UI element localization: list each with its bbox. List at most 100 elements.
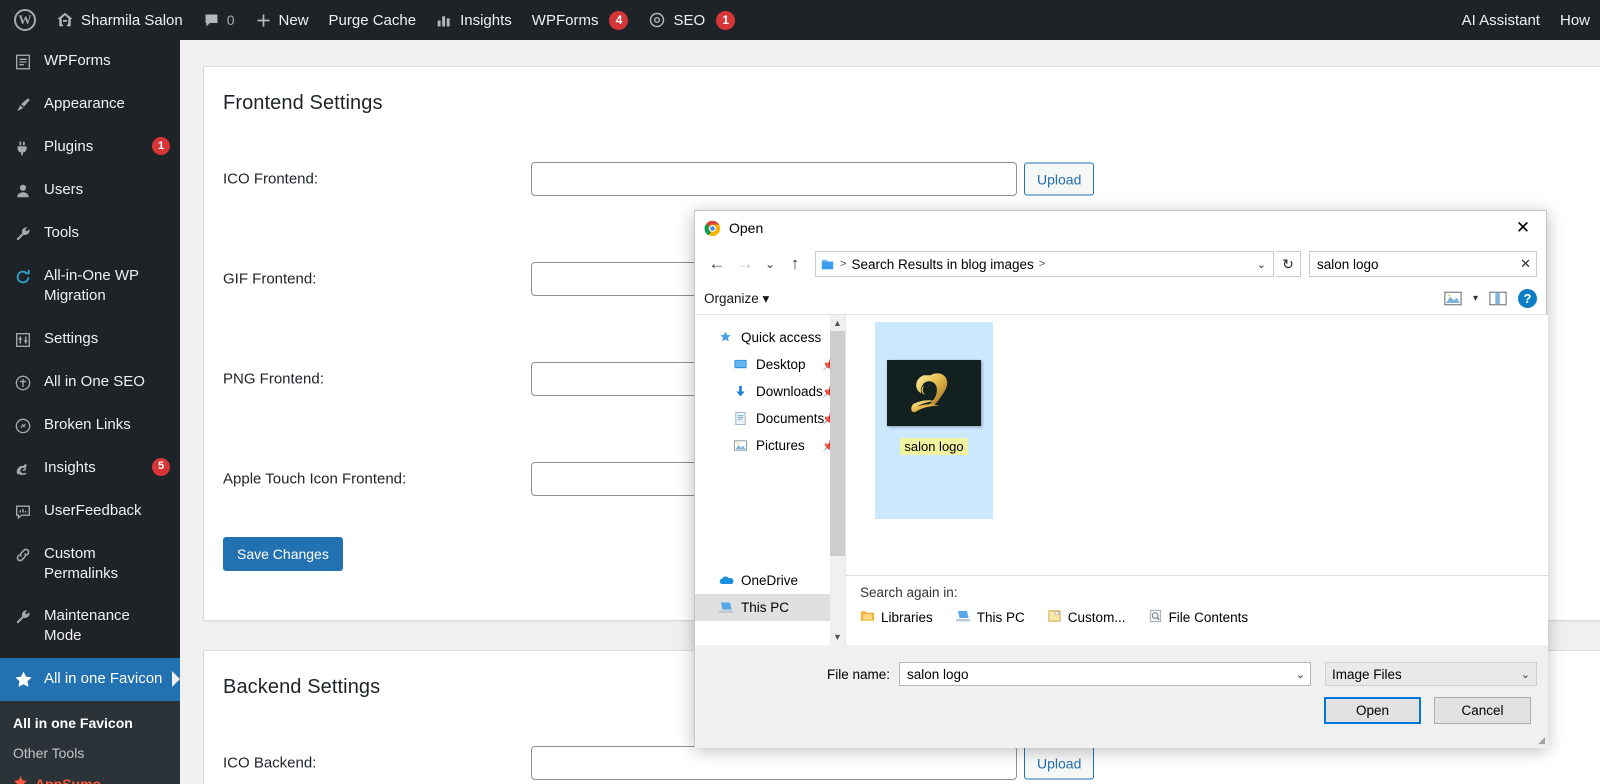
- save-changes-button[interactable]: Save Changes: [223, 537, 343, 571]
- sidebar-item-custom-permalinks[interactable]: Custom Permalinks: [0, 533, 180, 596]
- search-again-libraries[interactable]: Libraries: [860, 609, 933, 626]
- submenu-item-appsumo[interactable]: AppSumo: [0, 768, 180, 784]
- organize-button[interactable]: Organize ▾: [704, 291, 769, 307]
- sidebar-item-broken-links[interactable]: Broken Links: [0, 404, 180, 447]
- sidebar-item-all-in-one-seo[interactable]: All in One SEO: [0, 361, 180, 404]
- sidebar-item-userfeedback[interactable]: UserFeedback: [0, 490, 180, 533]
- scroll-up-icon[interactable]: ▲: [833, 315, 842, 331]
- chevron-down-icon[interactable]: ⌄: [1257, 258, 1269, 271]
- file-type-filter-select[interactable]: Image Files ⌄: [1325, 662, 1537, 686]
- breadcrumb-separator-end[interactable]: >: [1039, 258, 1045, 270]
- folder-icon: [820, 257, 835, 272]
- search-again-label: This PC: [976, 610, 1025, 625]
- arrow-left-icon[interactable]: ←: [704, 251, 730, 277]
- scrollbar-thumb[interactable]: [830, 331, 845, 556]
- ico-frontend-upload-button[interactable]: Upload: [1024, 162, 1095, 196]
- refresh-icon[interactable]: ↻: [1276, 251, 1301, 277]
- libraries-folder-icon: [860, 609, 875, 626]
- appsumo-label: AppSumo: [35, 776, 102, 784]
- file-name-input[interactable]: [905, 665, 1296, 683]
- chevron-down-icon[interactable]: ⌄: [760, 251, 780, 277]
- arrow-up-icon[interactable]: ↑: [782, 251, 808, 277]
- plugins-update-badge: 1: [152, 137, 170, 155]
- insights-count-badge: 5: [152, 457, 170, 476]
- sidebar-item-all-in-one-favicon[interactable]: All in one Favicon: [0, 657, 180, 701]
- nav-item-downloads[interactable]: Downloads 📌: [695, 378, 845, 405]
- close-icon[interactable]: ✕: [1516, 256, 1531, 272]
- wpforms-count-badge: 4: [609, 10, 629, 30]
- sidebar-label: Appearance: [44, 95, 125, 112]
- chevron-down-icon[interactable]: ▾: [1473, 293, 1478, 304]
- submenu-item-all-in-one-favicon[interactable]: All in one Favicon: [0, 708, 180, 738]
- nav-label: This PC: [741, 600, 790, 615]
- ico-frontend-input[interactable]: [531, 162, 1017, 196]
- comments-button[interactable]: 0: [193, 0, 245, 40]
- file-contents-icon: [1148, 609, 1163, 626]
- arrow-right-icon[interactable]: →: [732, 251, 758, 277]
- link-icon: [13, 545, 33, 565]
- preview-pane-icon[interactable]: [1489, 291, 1507, 306]
- home-icon: [56, 11, 74, 29]
- ico-backend-input[interactable]: [531, 746, 1017, 780]
- breadcrumb[interactable]: > Search Results in blog images > ⌄: [815, 251, 1274, 277]
- search-again-label: Custom...: [1067, 610, 1126, 625]
- ai-assistant-button[interactable]: AI Assistant: [1452, 0, 1550, 40]
- dialog-titlebar[interactable]: Open ✕: [695, 211, 1546, 245]
- file-item-salon-logo[interactable]: salon logo: [875, 322, 993, 519]
- nav-label: Desktop: [756, 357, 806, 372]
- sidebar-label: Users: [44, 181, 84, 198]
- nav-label: Quick access: [741, 330, 822, 345]
- sidebar-label: All-in-One WP Migration: [44, 267, 139, 305]
- submenu-item-other-tools[interactable]: Other Tools: [0, 738, 180, 768]
- help-icon[interactable]: ?: [1518, 289, 1537, 308]
- view-layout-icon[interactable]: [1444, 291, 1462, 306]
- search-box[interactable]: ✕: [1309, 251, 1537, 277]
- sidebar-item-settings[interactable]: Settings: [0, 318, 180, 361]
- ico-backend-upload-button[interactable]: Upload: [1024, 746, 1095, 780]
- wp-logo-button[interactable]: [4, 0, 46, 40]
- migration-icon: [13, 267, 33, 287]
- navpane-scrollbar[interactable]: ▲ ▼: [830, 315, 845, 645]
- chevron-down-icon[interactable]: ⌄: [1296, 668, 1305, 681]
- sidebar-item-insights[interactable]: Insights 5: [0, 447, 180, 490]
- nav-item-pictures[interactable]: Pictures 📌: [695, 432, 845, 459]
- sidebar-label: Tools: [44, 224, 80, 241]
- seo-count-badge: 1: [716, 10, 736, 30]
- nav-item-documents[interactable]: Documents 📌: [695, 405, 845, 432]
- frontend-settings-title: Frontend Settings: [223, 92, 383, 114]
- pictures-icon: [732, 438, 749, 454]
- sidebar-item-plugins[interactable]: Plugins 1: [0, 126, 180, 169]
- insights-button[interactable]: Insights: [426, 0, 522, 40]
- file-name-field-label: File name:: [826, 666, 890, 682]
- search-again-custom[interactable]: Custom...: [1047, 609, 1126, 626]
- wpforms-button[interactable]: WPForms 4: [522, 0, 639, 40]
- search-again-this-pc[interactable]: This PC: [955, 609, 1025, 626]
- open-button[interactable]: Open: [1324, 697, 1421, 724]
- seo-label: SEO: [673, 11, 706, 29]
- search-input[interactable]: [1315, 255, 1517, 273]
- sidebar-item-tools[interactable]: Tools: [0, 212, 180, 255]
- resize-grip-icon[interactable]: ◢: [1538, 735, 1545, 746]
- paintbrush-icon: [13, 95, 33, 115]
- purge-cache-button[interactable]: Purge Cache: [319, 0, 427, 40]
- new-content-button[interactable]: New: [245, 0, 319, 40]
- site-name-button[interactable]: Sharmila Salon: [46, 0, 193, 40]
- file-name-combobox[interactable]: ⌄: [899, 662, 1311, 686]
- howdy-account-button[interactable]: How: [1550, 0, 1600, 40]
- sidebar-item-all-in-one-wp-migration[interactable]: All-in-One WP Migration: [0, 255, 180, 318]
- cancel-button[interactable]: Cancel: [1434, 697, 1531, 724]
- close-icon[interactable]: ✕: [1500, 211, 1546, 245]
- search-again-file-contents[interactable]: File Contents: [1148, 609, 1248, 626]
- howdy-label: How: [1559, 11, 1590, 29]
- seo-button[interactable]: SEO 1: [638, 0, 745, 40]
- nav-item-this-pc[interactable]: This PC: [695, 594, 845, 621]
- sidebar-item-maintenance-mode[interactable]: Maintenance Mode: [0, 595, 180, 658]
- nav-item-desktop[interactable]: Desktop 📌: [695, 351, 845, 378]
- monsterinsights-icon: [13, 459, 33, 479]
- nav-item-onedrive[interactable]: OneDrive: [695, 567, 845, 594]
- nav-item-quick-access[interactable]: Quick access: [695, 324, 845, 351]
- sidebar-item-users[interactable]: Users: [0, 169, 180, 212]
- sidebar-item-wpforms[interactable]: WPForms: [0, 40, 180, 83]
- sidebar-item-appearance[interactable]: Appearance: [0, 83, 180, 126]
- scroll-down-icon[interactable]: ▼: [833, 629, 842, 645]
